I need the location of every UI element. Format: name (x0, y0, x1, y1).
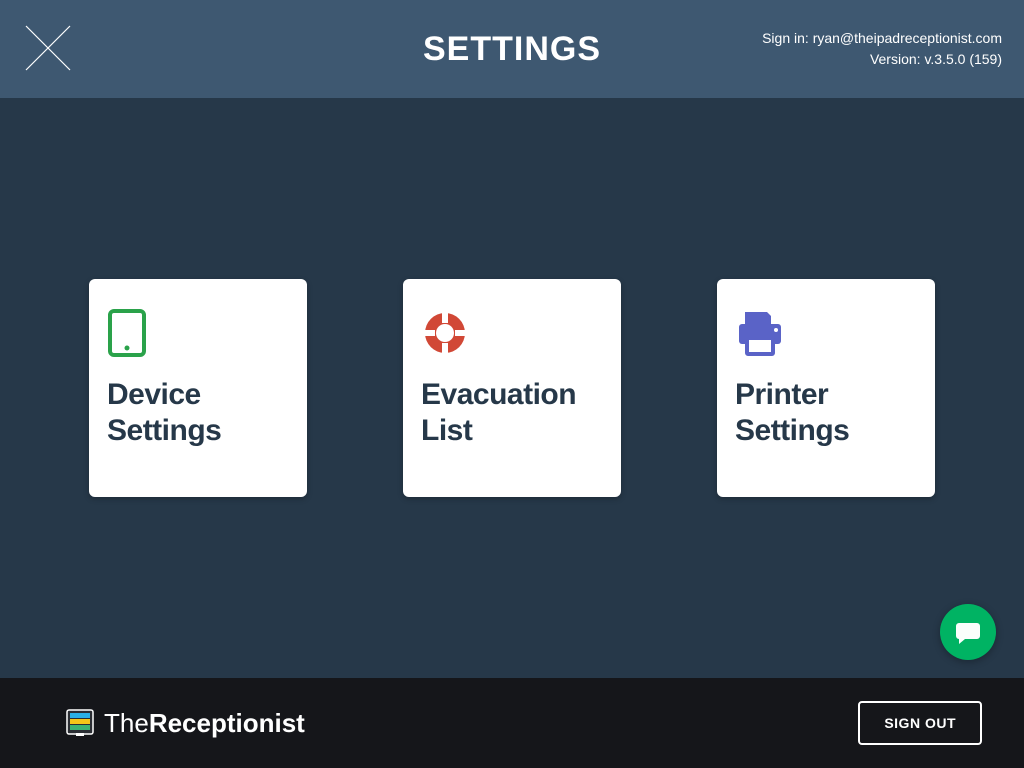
brand-bold: Receptionist (149, 708, 305, 738)
footer-bar: TheReceptionist SIGN OUT (0, 678, 1024, 768)
version-value: v.3.5.0 (159) (924, 51, 1002, 67)
version-line: Version: v.3.5.0 (159) (762, 49, 1002, 70)
signin-line: Sign in: ryan@theipadreceptionist.com (762, 28, 1002, 49)
close-icon (22, 22, 74, 74)
lifebuoy-icon (421, 303, 603, 363)
main-area: Device Settings Evacuation List Printer (0, 98, 1024, 678)
sign-out-button[interactable]: SIGN OUT (858, 701, 982, 745)
printer-settings-label: Printer Settings (735, 377, 917, 449)
evacuation-list-tile[interactable]: Evacuation List (403, 279, 621, 497)
signin-label: Sign in: (762, 30, 809, 46)
chat-icon (954, 618, 982, 646)
logo-icon (66, 709, 94, 737)
device-settings-label: Device Settings (107, 377, 289, 449)
brand-text: TheReceptionist (104, 708, 305, 739)
signin-email: ryan@theipadreceptionist.com (813, 30, 1002, 46)
header-bar: SETTINGS Sign in: ryan@theipadreceptioni… (0, 0, 1024, 98)
account-info: Sign in: ryan@theipadreceptionist.com Ve… (762, 28, 1002, 70)
chat-fab[interactable] (940, 604, 996, 660)
printer-settings-tile[interactable]: Printer Settings (717, 279, 935, 497)
device-settings-tile[interactable]: Device Settings (89, 279, 307, 497)
printer-icon (735, 303, 917, 363)
page-title: SETTINGS (423, 30, 601, 69)
close-button[interactable] (22, 22, 74, 74)
brand-logo: TheReceptionist (66, 708, 305, 739)
evacuation-list-label: Evacuation List (421, 377, 603, 449)
version-label: Version: (870, 51, 921, 67)
tablet-icon (107, 303, 289, 363)
brand-thin: The (104, 708, 149, 738)
